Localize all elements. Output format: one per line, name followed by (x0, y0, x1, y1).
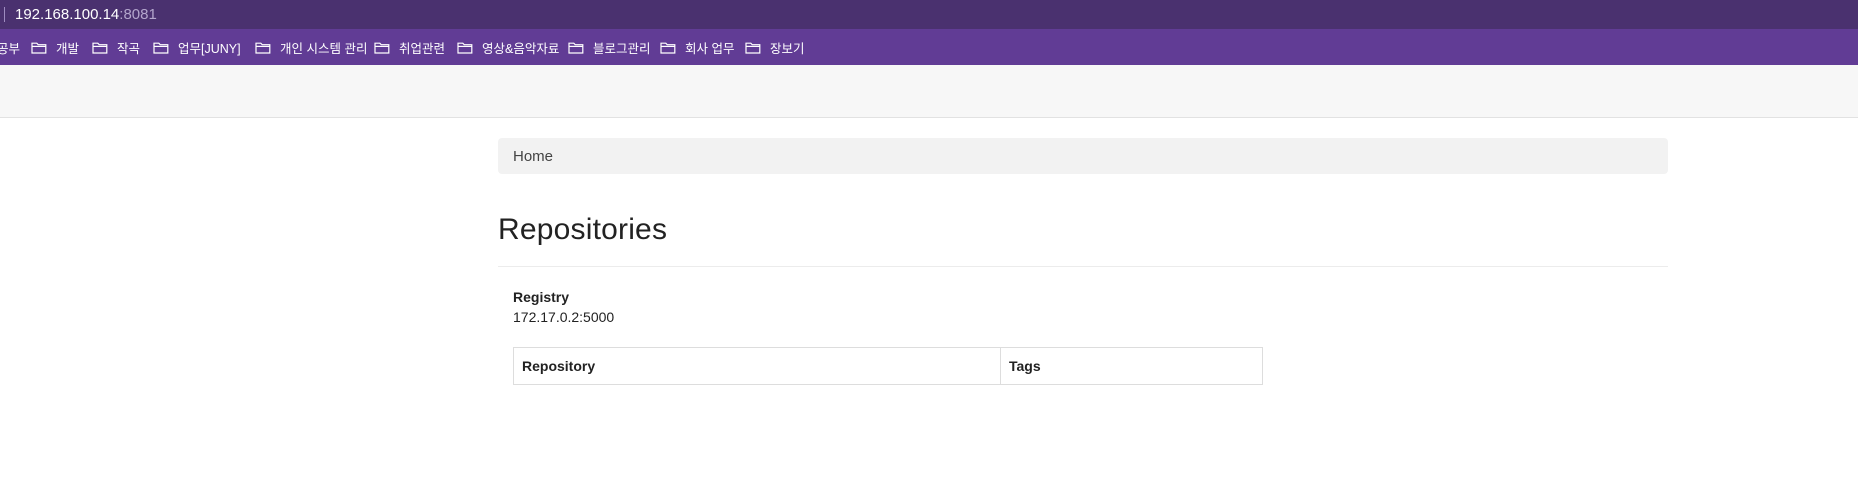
folder-icon (31, 42, 47, 54)
column-header-tags: Tags (1000, 347, 1263, 385)
folder-icon (457, 42, 473, 54)
page-title: Repositories (498, 213, 668, 246)
bookmark-company[interactable]: 회사 업무 (660, 29, 734, 65)
breadcrumb: Home (498, 138, 1668, 174)
bookmarks-bar: 공부 개발 작곡 업무[JUNY] 개인 시스템 관리 취업관련 영상&음악자료… (0, 29, 1858, 65)
folder-icon (374, 42, 390, 54)
folder-icon (660, 42, 676, 54)
repositories-table: Repository Tags (513, 347, 1263, 385)
url-port: :8081 (119, 6, 157, 23)
folder-icon (568, 42, 584, 54)
url-host: 192.168.100.14 (15, 6, 120, 23)
registry-address: 172.17.0.2:5000 (513, 309, 615, 325)
top-navbar (0, 65, 1858, 118)
breadcrumb-home[interactable]: Home (513, 148, 553, 165)
folder-icon (153, 42, 169, 54)
bookmark-label: 개발 (56, 41, 80, 56)
bookmark-label: 영상&음악자료 (482, 41, 560, 56)
bookmark-compose[interactable]: 작곡 (92, 29, 140, 65)
bookmark-label: 업무[JUNY] (178, 41, 241, 56)
address-bar[interactable]: 192.168.100.14:8081 (0, 0, 1858, 29)
folder-icon (92, 42, 108, 54)
bookmark-label: 취업관련 (399, 41, 446, 56)
folder-icon (255, 42, 271, 54)
bookmark-personal-system[interactable]: 개인 시스템 관리 (255, 29, 367, 65)
bookmark-work-juny[interactable]: 업무[JUNY] (153, 29, 241, 65)
bookmark-label: 장보기 (770, 41, 805, 56)
url-text[interactable]: 192.168.100.14:8081 (15, 6, 157, 23)
text-caret (4, 7, 5, 22)
bookmark-shopping[interactable]: 장보기 (745, 29, 805, 65)
bookmark-label: 개인 시스템 관리 (280, 41, 368, 56)
bookmark-label: 공부 (0, 41, 21, 56)
bookmark-study[interactable]: 공부 (0, 29, 20, 65)
folder-icon (745, 42, 761, 54)
bookmark-label: 블로그관리 (593, 41, 651, 56)
divider (498, 266, 1668, 267)
bookmark-dev[interactable]: 개발 (31, 29, 79, 65)
bookmark-blog[interactable]: 블로그관리 (568, 29, 651, 65)
bookmark-label: 회사 업무 (685, 41, 735, 56)
bookmark-job[interactable]: 취업관련 (374, 29, 445, 65)
bookmark-label: 작곡 (117, 41, 141, 56)
column-header-repository: Repository (513, 347, 1001, 385)
bookmark-media[interactable]: 영상&음악자료 (457, 29, 559, 65)
registry-label: Registry (513, 289, 570, 305)
table-header-row: Repository Tags (513, 347, 1263, 385)
